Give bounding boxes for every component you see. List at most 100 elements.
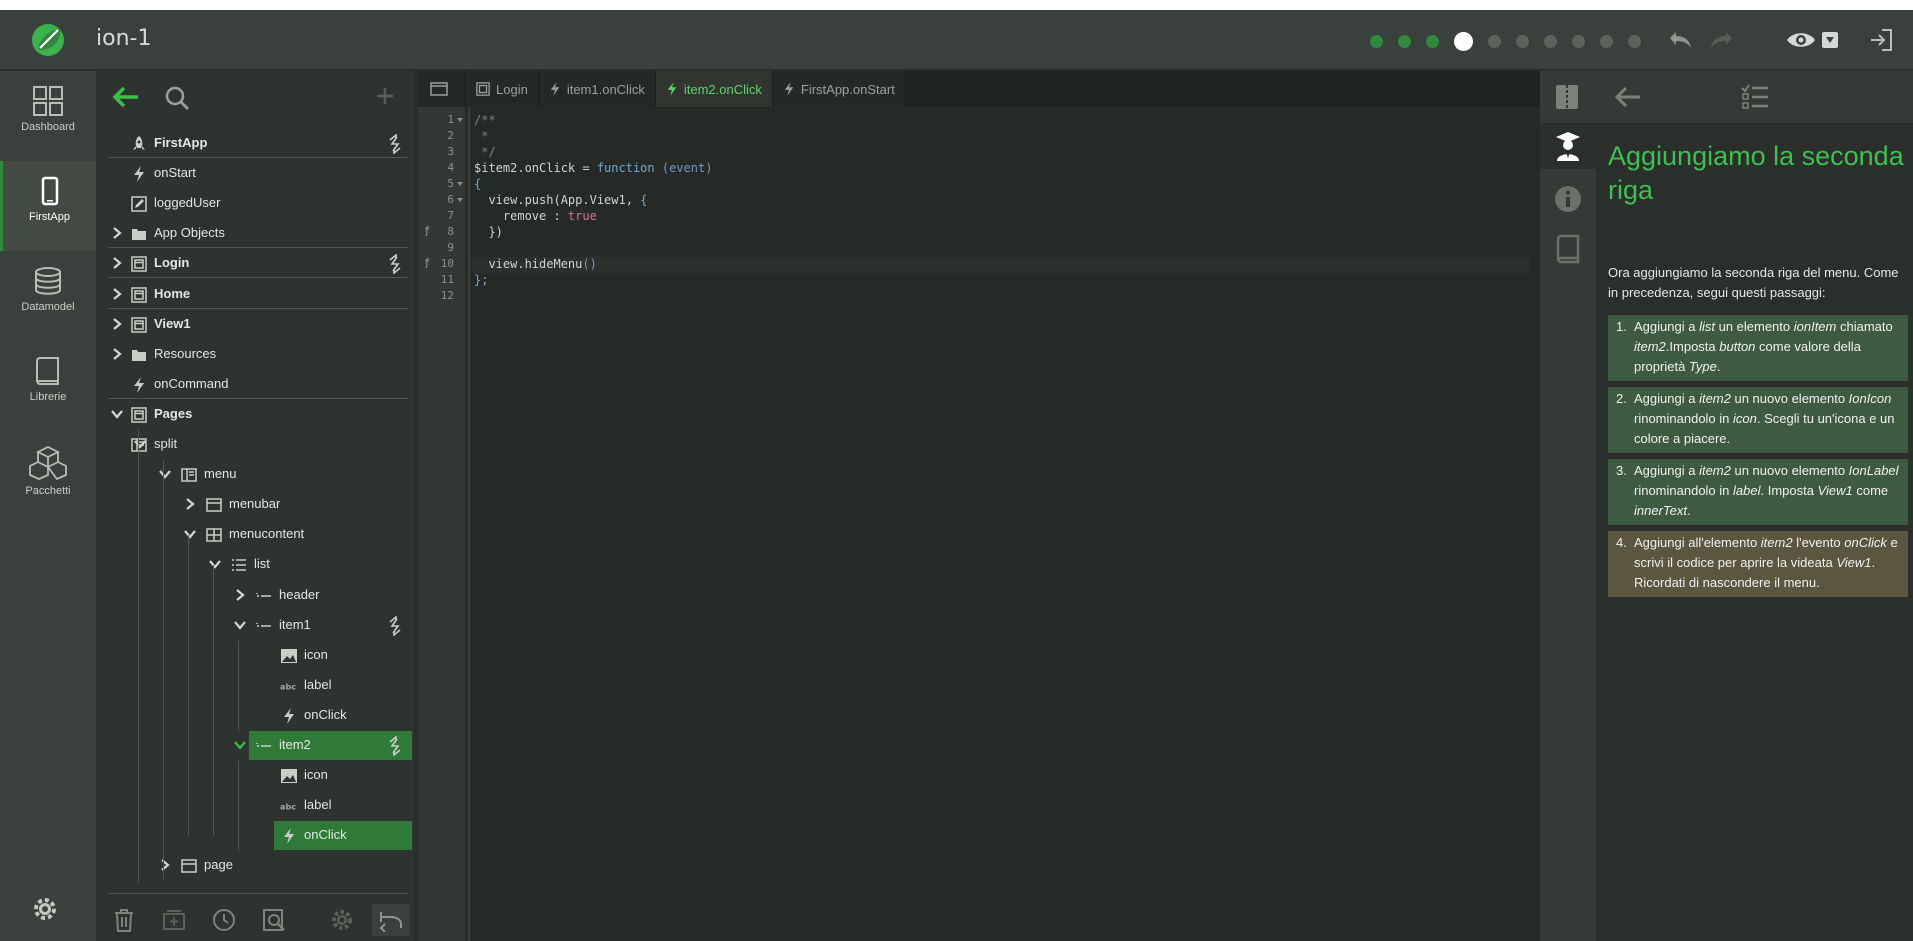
tree-item-item2[interactable]: item2	[108, 731, 412, 761]
nav-firstapp[interactable]: FirstApp	[0, 161, 96, 251]
settings-gear-icon[interactable]	[30, 894, 60, 929]
step-dot[interactable]	[1600, 35, 1613, 48]
tree-item-resources[interactable]: Resources	[108, 340, 408, 369]
nav-librerie[interactable]: Librerie	[0, 341, 96, 431]
chevron-down-icon[interactable]	[233, 738, 247, 752]
tree-item-header[interactable]: header	[108, 581, 408, 610]
help-step: 4. Aggiungi all'elemento item2 l'evento o…	[1608, 531, 1908, 597]
docs-book-icon[interactable]	[1540, 221, 1596, 277]
tree-item-view1[interactable]: View1	[108, 310, 408, 339]
nav-dashboard[interactable]: Dashboard	[0, 71, 96, 161]
step-number: 1.	[1616, 319, 1627, 334]
chevron-right-icon[interactable]	[110, 226, 124, 240]
event-handler-icon[interactable]	[388, 133, 402, 159]
event-handler-icon[interactable]	[388, 735, 402, 761]
fold-arrow-icon[interactable]	[457, 198, 463, 202]
code-line: view.push(App.View1, {	[474, 193, 647, 207]
step-dot[interactable]	[1516, 35, 1529, 48]
tree-item-login[interactable]: Login	[108, 249, 408, 279]
tutorial-teacher-icon[interactable]	[1540, 123, 1596, 169]
tree-item-home[interactable]: Home	[108, 280, 408, 309]
undo-return-icon[interactable]	[372, 904, 410, 936]
tree-item-app-objects[interactable]: App Objects	[108, 219, 408, 249]
panel-toggle-icon[interactable]	[1554, 83, 1580, 116]
preview-dropdown[interactable]	[1822, 32, 1838, 48]
inspect-search-icon[interactable]	[258, 904, 290, 936]
tutorial-progress	[1370, 32, 1656, 51]
logout-icon[interactable]	[1868, 26, 1894, 54]
event-handler-icon[interactable]	[388, 614, 402, 641]
step-dot[interactable]	[1370, 35, 1383, 48]
chevron-right-icon[interactable]	[183, 497, 197, 511]
chevron-down-icon[interactable]	[183, 527, 197, 541]
checklist-icon[interactable]	[1740, 83, 1770, 116]
tree-item-page[interactable]: page	[108, 851, 408, 880]
delete-trash-icon[interactable]	[108, 904, 140, 936]
folder-icon	[130, 346, 148, 364]
tree-item-onclick[interactable]: onClick	[108, 821, 412, 851]
fold-arrow-icon[interactable]	[457, 118, 463, 122]
tree-item-onstart[interactable]: onStart	[108, 159, 408, 188]
step-dot[interactable]	[1488, 35, 1501, 48]
code-area[interactable]: /** * */ $item2.onClick = function (event…	[468, 107, 1530, 941]
tree-item-split[interactable]: split	[108, 430, 408, 459]
chevron-down-icon[interactable]	[158, 467, 172, 481]
chevron-down-icon[interactable]	[208, 557, 222, 571]
chevron-down-icon[interactable]	[110, 407, 124, 421]
tree-item-pages[interactable]: Pages	[108, 400, 408, 429]
step-dot[interactable]	[1628, 35, 1641, 48]
event-handler-icon[interactable]	[388, 253, 402, 279]
tree-item-menubar[interactable]: menubar	[108, 490, 408, 519]
line-number: 9	[447, 241, 454, 254]
tree-item-label[interactable]: abc label	[108, 671, 408, 700]
step-dot[interactable]	[1572, 35, 1585, 48]
tree-item-menu[interactable]: menu	[108, 460, 408, 489]
tab-overview[interactable]	[418, 71, 466, 107]
search-icon[interactable]	[164, 85, 190, 116]
add-icon[interactable]	[374, 85, 396, 112]
chevron-right-icon[interactable]	[158, 858, 172, 872]
undo-icon[interactable]	[1666, 26, 1694, 54]
tab-item1-onclick[interactable]: item1.onClick	[538, 71, 656, 107]
redo-icon[interactable]	[1708, 26, 1736, 54]
back-arrow-icon[interactable]	[112, 85, 140, 114]
tab-firstapp-onstart[interactable]: FirstApp.onStart	[772, 71, 906, 107]
tree-item-menucontent[interactable]: menucontent	[108, 520, 408, 549]
phone-icon	[41, 176, 58, 206]
boxes-icon	[29, 445, 67, 481]
tree-item-icon[interactable]: icon	[108, 641, 408, 670]
tree-item-icon[interactable]: icon	[108, 761, 408, 790]
chevron-right-icon[interactable]	[110, 287, 124, 301]
chevron-down-icon[interactable]	[233, 618, 247, 632]
step-dot[interactable]	[1398, 35, 1411, 48]
chevron-right-icon[interactable]	[110, 347, 124, 361]
history-clock-icon[interactable]	[208, 904, 240, 936]
tree-item-item1[interactable]: item1	[108, 611, 408, 640]
tree-item-label[interactable]: abc label	[108, 791, 408, 820]
help-back-arrow-icon[interactable]	[1614, 85, 1642, 114]
add-library-icon[interactable]	[158, 904, 190, 936]
tree-item-label: list	[254, 556, 270, 572]
preview-eye-icon[interactable]	[1786, 26, 1816, 54]
tree-item-loggeduser[interactable]: loggedUser	[108, 189, 408, 218]
chevron-right-icon[interactable]	[110, 317, 124, 331]
nav-pacchetti[interactable]: Pacchetti	[0, 431, 96, 521]
app-logo[interactable]	[28, 20, 68, 60]
tab-login[interactable]: Login	[466, 71, 539, 107]
tree-item-list[interactable]: list	[108, 550, 408, 579]
step-dot[interactable]	[1544, 35, 1557, 48]
chevron-right-icon[interactable]	[110, 256, 124, 270]
nav-datamodel[interactable]: Datamodel	[0, 251, 96, 341]
info-icon[interactable]	[1540, 171, 1596, 227]
tab-item2-onclick[interactable]: item2.onClick	[655, 71, 773, 107]
step-dot[interactable]	[1454, 32, 1473, 51]
tree-item-onclick[interactable]: onClick	[108, 701, 408, 730]
chevron-right-icon[interactable]	[233, 588, 247, 602]
tree-guide-line	[213, 565, 214, 837]
item-icon	[255, 737, 273, 755]
tree-item-oncommand[interactable]: onCommand	[108, 370, 408, 399]
properties-gear-icon[interactable]	[326, 904, 358, 936]
tree-item-firstapp[interactable]: FirstApp	[108, 129, 408, 158]
fold-arrow-icon[interactable]	[457, 182, 463, 186]
step-dot[interactable]	[1426, 35, 1439, 48]
